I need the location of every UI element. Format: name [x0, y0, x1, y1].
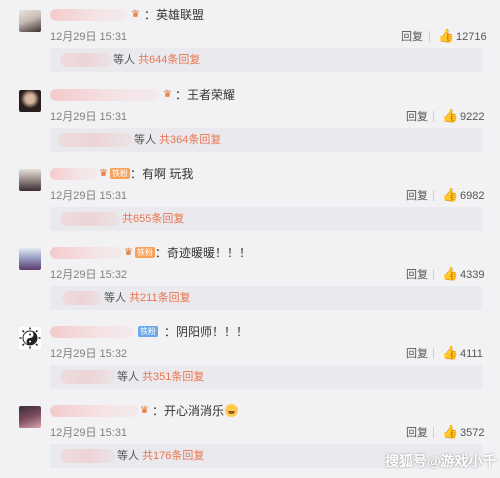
comment-text: ：王者荣耀: [175, 88, 236, 102]
fan-badge: 铁粉: [110, 168, 130, 179]
vip-crown-icon: ♛: [163, 89, 172, 100]
sub-reply-summary[interactable]: 等人 共176条回复: [117, 449, 204, 463]
comment-text: ：奇迹暖暖！！！: [155, 246, 252, 260]
comment-item: ♛ 铁粉 ：奇迹暖暖！！！ 12月29日 15:32 回复 👍 4339 等人 …: [0, 238, 500, 316]
username-blurred[interactable]: [50, 405, 138, 417]
like-count: 6982: [460, 190, 485, 202]
sub-reply-users-blurred: [60, 370, 115, 384]
sub-reply-summary[interactable]: 共655条回复: [122, 212, 184, 226]
separator: [433, 348, 434, 359]
laughing-emoji-icon: [225, 404, 239, 417]
comment-item: ♛ ：英雄联盟 12月29日 15:31 回复 👍 12716 等人 共644条…: [0, 0, 500, 78]
sub-reply-users-blurred: [60, 449, 115, 463]
reply-button[interactable]: 回复: [401, 30, 423, 44]
sub-reply-users-blurred: [62, 291, 102, 305]
comment-text: ：英雄联盟: [144, 8, 205, 22]
sub-replies[interactable]: 共655条回复: [50, 207, 482, 231]
comment-item: ♛ 铁粉 ：有啊 玩我 12月29日 15:31 回复 👍 6982 共655条…: [0, 159, 500, 237]
thumbs-up-icon[interactable]: 👍: [442, 346, 458, 360]
comment-text: ：阴阳师！！！: [164, 325, 249, 339]
avatar[interactable]: [19, 169, 41, 191]
yin-yang-icon: [19, 327, 41, 349]
comment-text: ：有啊 玩我: [130, 167, 194, 181]
reply-button[interactable]: 回复: [406, 110, 428, 124]
username-blurred[interactable]: [50, 326, 134, 338]
sub-reply-users-blurred: [60, 212, 120, 226]
vip-crown-icon: ♛: [140, 405, 149, 416]
thumbs-up-icon[interactable]: 👍: [442, 109, 458, 123]
sub-reply-users-blurred: [60, 53, 112, 67]
reply-button[interactable]: 回复: [406, 268, 428, 282]
comment-time: 12月29日 15:31: [50, 31, 128, 43]
thumbs-up-icon[interactable]: 👍: [442, 425, 458, 439]
sub-replies[interactable]: 等人 共351条回复: [50, 365, 482, 389]
comment-item: 铁粉 ：阴阳师！！！ 12月29日 15:32 回复 👍 4111 等人 共35…: [0, 317, 500, 395]
comment-text: ：开心消消乐: [152, 404, 239, 418]
thumbs-up-icon[interactable]: 👍: [442, 267, 458, 281]
separator: [433, 269, 434, 280]
sub-reply-summary[interactable]: 等人 共211条回复: [104, 291, 191, 305]
comment-time: 12月29日 15:32: [50, 269, 128, 281]
vip-crown-icon: ♛: [131, 9, 140, 20]
fan-badge: 铁粉: [135, 247, 155, 258]
comment-time: 12月29日 15:31: [50, 111, 128, 123]
sub-replies[interactable]: 等人 共644条回复: [50, 48, 482, 72]
comment-time: 12月29日 15:32: [50, 348, 128, 360]
separator: [433, 427, 434, 438]
comment-time: 12月29日 15:31: [50, 427, 128, 439]
avatar[interactable]: [19, 248, 41, 270]
watermark: 搜狐号@游戏小千: [385, 453, 497, 469]
avatar[interactable]: [19, 90, 41, 112]
like-count: 4339: [460, 269, 485, 281]
like-count: 3572: [460, 427, 485, 439]
sub-reply-summary[interactable]: 等人 共351条回复: [117, 370, 204, 384]
reply-button[interactable]: 回复: [406, 426, 428, 440]
sub-reply-users-blurred: [58, 133, 132, 147]
separator: [433, 111, 434, 122]
sub-replies[interactable]: 等人 共211条回复: [50, 286, 482, 310]
avatar[interactable]: [19, 10, 41, 32]
thumbs-up-icon[interactable]: 👍: [442, 188, 458, 202]
reply-button[interactable]: 回复: [406, 189, 428, 203]
separator: [433, 190, 434, 201]
like-count: 4111: [460, 348, 483, 360]
comment-time: 12月29日 15:31: [50, 190, 128, 202]
comment-item: ♛ ：王者荣耀 12月29日 15:31 回复 👍 9222 等人 共364条回…: [0, 80, 500, 158]
reply-button[interactable]: 回复: [406, 347, 428, 361]
like-count: 12716: [456, 31, 487, 43]
like-count: 9222: [460, 111, 485, 123]
username-blurred[interactable]: [50, 89, 160, 101]
username-blurred[interactable]: [50, 168, 98, 180]
separator: [429, 31, 430, 42]
thumbs-up-icon[interactable]: 👍: [438, 29, 454, 43]
sub-reply-summary[interactable]: 等人 共364条回复: [134, 133, 221, 147]
sub-replies[interactable]: 等人 共364条回复: [50, 128, 482, 152]
fan-badge: 铁粉: [138, 326, 158, 337]
avatar[interactable]: [19, 327, 41, 349]
username-blurred[interactable]: [50, 247, 122, 259]
sub-reply-summary[interactable]: 等人 共644条回复: [113, 53, 200, 67]
username-blurred[interactable]: [50, 9, 128, 21]
avatar[interactable]: [19, 406, 41, 428]
